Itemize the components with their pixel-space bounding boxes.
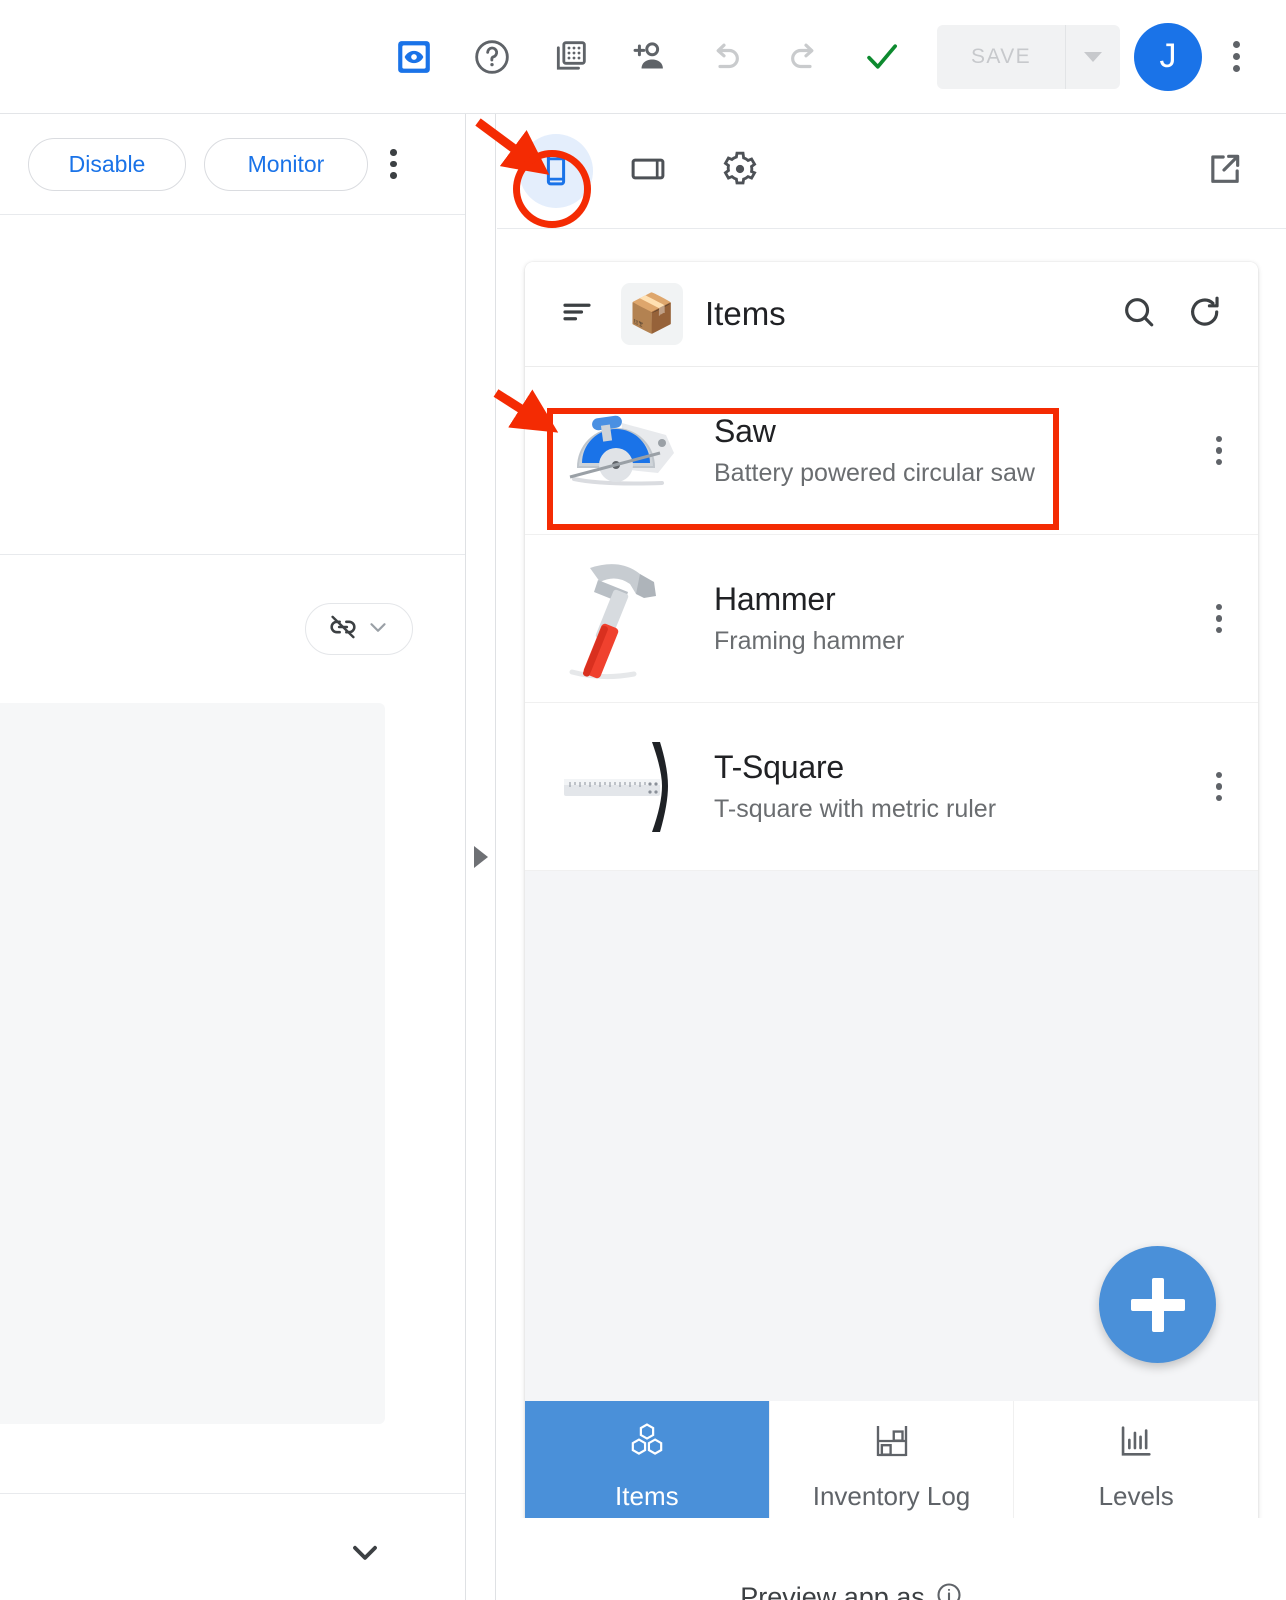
left-panel-overflow-button[interactable] xyxy=(390,147,397,182)
open-in-new-window-button[interactable] xyxy=(1194,140,1256,202)
item-row-overflow-button[interactable] xyxy=(1204,591,1235,646)
search-button[interactable] xyxy=(1110,285,1168,343)
gear-icon xyxy=(721,150,759,193)
preview-panel: 📦 Items Saw Battery powered circular saw… xyxy=(497,114,1286,1600)
topbar-overflow-button[interactable] xyxy=(1208,22,1264,92)
item-text: T-Square T-square with metric ruler xyxy=(714,749,1204,824)
left-panel-section-blank xyxy=(0,215,465,555)
tablet-icon xyxy=(629,150,667,193)
help-icon xyxy=(472,37,512,77)
saved-check-icon-button[interactable] xyxy=(843,18,921,96)
item-title: Hammer xyxy=(714,581,836,617)
tablet-view-tab[interactable] xyxy=(611,134,685,208)
app-header: 📦 Items xyxy=(525,262,1258,367)
copy-app-icon-button[interactable] xyxy=(531,18,609,96)
link-off-dropdown-button[interactable] xyxy=(305,603,413,655)
left-editor-panel: Disable Monitor xyxy=(0,114,466,1600)
external-link-icon xyxy=(1205,149,1245,194)
chevron-down-icon xyxy=(365,614,391,645)
redo-icon-button[interactable] xyxy=(765,18,843,96)
hamburger-icon xyxy=(559,294,595,335)
tab-label: Levels xyxy=(1098,1480,1174,1511)
item-row-hammer[interactable]: Hammer Framing hammer xyxy=(525,535,1258,703)
hammer-image xyxy=(555,559,700,679)
app-logo: 📦 xyxy=(621,283,683,345)
shelf-icon xyxy=(871,1420,913,1469)
item-title: Saw xyxy=(714,413,776,449)
device-toolbar xyxy=(497,114,1286,229)
chevron-down-icon xyxy=(1084,51,1102,62)
save-button-group[interactable]: SAVE xyxy=(937,24,1120,89)
list-empty-area xyxy=(525,871,1258,1401)
refresh-button[interactable] xyxy=(1176,285,1234,343)
link-off-icon xyxy=(327,611,359,648)
item-row-t-square[interactable]: T-Square T-square with metric ruler xyxy=(525,703,1258,871)
preview-eye-icon xyxy=(394,37,434,77)
phone-preview-frame: 📦 Items Saw Battery powered circular saw… xyxy=(525,262,1258,1530)
bottom-navigation: Items Inventory Log Levels xyxy=(525,1401,1258,1530)
tab-items[interactable]: Items xyxy=(525,1401,770,1530)
phone-icon xyxy=(537,150,575,193)
top-toolbar: SAVE J xyxy=(0,0,1286,114)
item-row-saw[interactable]: Saw Battery powered circular saw xyxy=(525,367,1258,535)
preview-footer: Preview app as xyxy=(497,1518,1286,1600)
item-subtitle: Battery powered circular saw xyxy=(714,459,1035,487)
appsheet-editor-window: SAVE J Disable Monitor 📦 Items Saw Batte… xyxy=(0,0,1286,1600)
item-text: Saw Battery powered circular saw xyxy=(714,413,1204,488)
redo-icon xyxy=(784,37,824,77)
left-panel-placeholder-card xyxy=(0,703,385,1424)
left-panel-expand-row xyxy=(0,1494,465,1600)
search-icon xyxy=(1120,293,1158,336)
page-title: Items xyxy=(705,295,786,332)
hamburger-menu-button[interactable] xyxy=(551,288,603,340)
tab-label: Items xyxy=(615,1480,679,1511)
refresh-icon xyxy=(1186,293,1224,336)
avatar[interactable]: J xyxy=(1134,22,1202,91)
circular-saw-image xyxy=(555,391,700,511)
boxes-icon xyxy=(626,1420,668,1469)
tab-inventory-log[interactable]: Inventory Log xyxy=(769,1401,1015,1530)
kebab-menu-icon xyxy=(1232,39,1240,75)
phone-view-tab[interactable] xyxy=(519,134,593,208)
save-dropdown-button[interactable] xyxy=(1066,25,1120,89)
undo-icon-button[interactable] xyxy=(687,18,765,96)
preview-settings-tab[interactable] xyxy=(703,134,777,208)
save-button[interactable]: SAVE xyxy=(937,25,1065,89)
monitor-button[interactable]: Monitor xyxy=(204,137,368,191)
add-item-fab[interactable] xyxy=(1099,1246,1216,1363)
item-list: Saw Battery powered circular saw Hammer … xyxy=(525,367,1258,871)
add-user-icon xyxy=(627,36,669,78)
preview-eye-icon-button[interactable] xyxy=(375,18,453,96)
chevron-down-icon xyxy=(345,1532,385,1577)
info-icon[interactable] xyxy=(935,1581,963,1600)
left-panel-link-row xyxy=(0,555,465,703)
item-subtitle: T-square with metric ruler xyxy=(714,795,997,823)
left-panel-action-row: Disable Monitor xyxy=(0,114,465,215)
preview-app-as-label: Preview app as xyxy=(740,1582,925,1600)
item-text: Hammer Framing hammer xyxy=(714,581,1204,656)
t-square-image xyxy=(555,727,700,847)
preview-stage: 📦 Items Saw Battery powered circular saw… xyxy=(497,229,1286,1600)
add-user-icon-button[interactable] xyxy=(609,18,687,96)
undo-icon xyxy=(706,37,746,77)
tab-label: Inventory Log xyxy=(812,1480,971,1511)
tab-levels[interactable]: Levels xyxy=(1014,1401,1258,1530)
item-subtitle: Framing hammer xyxy=(714,627,905,655)
expand-panel-triangle-icon[interactable] xyxy=(473,846,488,868)
bar-chart-icon xyxy=(1115,1420,1157,1469)
check-icon xyxy=(861,36,903,78)
left-panel-expand-button[interactable] xyxy=(345,1532,385,1577)
copy-app-icon xyxy=(550,37,590,77)
disable-button[interactable]: Disable xyxy=(28,137,186,191)
panel-splitter[interactable] xyxy=(466,114,496,1600)
help-icon-button[interactable] xyxy=(453,18,531,96)
item-title: T-Square xyxy=(714,749,845,785)
item-row-overflow-button[interactable] xyxy=(1204,759,1235,814)
top-toolbar-icon-group xyxy=(375,18,921,96)
item-row-overflow-button[interactable] xyxy=(1204,423,1235,478)
